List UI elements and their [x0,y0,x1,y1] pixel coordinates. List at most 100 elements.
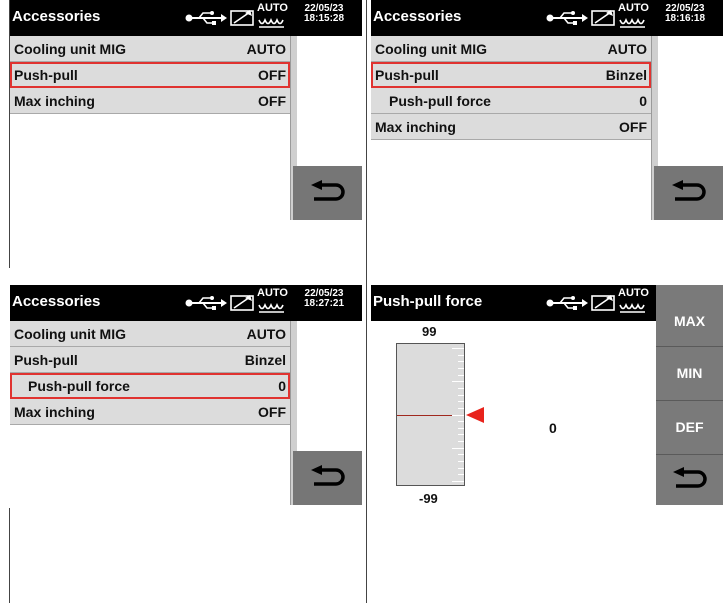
menu-item-label: Push-pull force [28,378,130,394]
gauge-tick [452,481,464,482]
usb-icon [546,296,588,310]
max-button-label: MAX [673,313,706,329]
time: 18:16:18 [665,13,706,24]
def-button[interactable]: DEF [656,401,723,455]
title-bar: Accessories AUTO 22/05/23 18:27:21 [10,285,362,321]
title-bar: Accessories AUTO 22/05/23 18:15:28 [10,0,362,36]
manual-mode-icon [591,295,615,311]
gauge-tick [458,375,464,376]
wave-icon [258,18,284,28]
gauge-max-label: 99 [422,324,437,339]
gauge-tick [452,381,464,382]
gauge-tick [458,388,464,389]
date-time: 22/05/23 18:27:21 [304,289,344,309]
menu-list: Cooling unit MIG AUTO Push-pull OFF Max … [10,36,290,220]
menu-item-cooling-unit-mig[interactable]: Cooling unit MIG AUTO [10,321,290,347]
auto-indicator: AUTO [257,287,288,299]
menu-list: Cooling unit MIG AUTO Push-pull Binzel P… [371,36,651,220]
menu-list: Cooling unit MIG AUTO Push-pull Binzel P… [10,321,290,505]
screen-title: Push-pull force [373,293,483,310]
manual-mode-icon [230,295,254,311]
menu-item-value: Binzel [605,67,647,83]
gauge-tick [458,461,464,462]
screen-title: Accessories [373,8,462,25]
red-pointer-icon [466,407,484,423]
menu-item-label: Push-pull force [389,93,491,109]
auto-indicator: AUTO [618,287,649,299]
menu-item-push-pull[interactable]: Push-pull Binzel [10,347,290,373]
current-value: 0 [549,420,557,436]
menu-item-value: 0 [639,93,647,109]
menu-item-value: OFF [258,67,286,83]
gauge-tick [458,468,464,469]
def-button-label: DEF [675,419,704,435]
back-button[interactable] [293,451,362,505]
accessories-screen-2: Accessories AUTO 22/05/23 18:16:18 Cooli… [371,0,723,220]
menu-item-push-pull[interactable]: Push-pull Binzel [371,62,651,88]
menu-item-label: Push-pull [14,67,78,83]
auto-indicator: AUTO [618,2,649,14]
gauge-tick [458,401,464,402]
time: 18:27:21 [304,298,345,309]
menu-item-push-pull-force[interactable]: Push-pull force 0 [10,373,290,399]
menu-item-value: AUTO [607,41,647,57]
back-button[interactable] [654,166,723,220]
menu-item-value: 0 [278,378,286,394]
gauge-tick [458,474,464,475]
usb-icon [546,11,588,25]
menu-item-cooling-unit-mig[interactable]: Cooling unit MIG AUTO [10,36,290,62]
menu-item-push-pull[interactable]: Push-pull OFF [10,62,290,88]
usb-icon [185,296,227,310]
title-bar: Accessories AUTO 22/05/23 18:16:18 [371,0,723,36]
back-button[interactable] [656,455,723,505]
gauge-tick [458,421,464,422]
manual-mode-icon [230,10,254,26]
menu-item-max-inching[interactable]: Max inching OFF [10,399,290,425]
menu-item-value: OFF [619,119,647,135]
gauge-tick [458,355,464,356]
menu-item-push-pull-force[interactable]: Push-pull force 0 [371,88,651,114]
menu-item-label: Cooling unit MIG [375,41,487,57]
menu-item-label: Push-pull [375,67,439,83]
back-arrow-icon [673,467,707,488]
value-gauge[interactable] [396,343,465,486]
gauge-min-label: -99 [419,491,438,505]
date-time: 22/05/23 18:16:18 [665,4,705,24]
menu-item-value: AUTO [246,326,286,342]
divider-center [366,0,367,603]
back-arrow-icon [311,180,345,201]
push-pull-force-screen: Push-pull force AUTO 99 -99 0 MAX MIN DE… [371,285,723,505]
min-button[interactable]: MIN [656,347,723,401]
accessories-screen-1: Accessories AUTO 22/05/23 18:15:28 Cooli… [10,0,362,220]
accessories-screen-3: Accessories AUTO 22/05/23 18:27:21 Cooli… [10,285,362,505]
usb-icon [185,11,227,25]
divider-bottom-left [9,508,10,603]
gauge-tick [458,434,464,435]
back-arrow-icon [311,465,345,486]
back-button[interactable] [293,166,362,220]
gauge-tick [458,395,464,396]
gauge-tick [458,428,464,429]
menu-item-label: Max inching [14,404,95,420]
gauge-tick [458,454,464,455]
wave-icon [619,18,645,28]
menu-item-label: Push-pull [14,352,78,368]
menu-item-max-inching[interactable]: Max inching OFF [371,114,651,140]
menu-item-label: Cooling unit MIG [14,326,126,342]
screen-title: Accessories [12,293,101,310]
menu-item-value: OFF [258,404,286,420]
gauge-tick [458,441,464,442]
min-button-label: MIN [676,365,703,381]
auto-indicator: AUTO [257,2,288,14]
gauge-tick [458,368,464,369]
time: 18:15:28 [304,13,345,24]
menu-item-value: AUTO [246,41,286,57]
max-button[interactable]: MAX [656,285,723,347]
gauge-tick [458,408,464,409]
menu-item-max-inching[interactable]: Max inching OFF [10,88,290,114]
date-time: 22/05/23 18:15:28 [304,4,344,24]
back-arrow-icon [672,180,706,201]
menu-item-label: Max inching [14,93,95,109]
menu-item-label: Cooling unit MIG [14,41,126,57]
menu-item-cooling-unit-mig[interactable]: Cooling unit MIG AUTO [371,36,651,62]
